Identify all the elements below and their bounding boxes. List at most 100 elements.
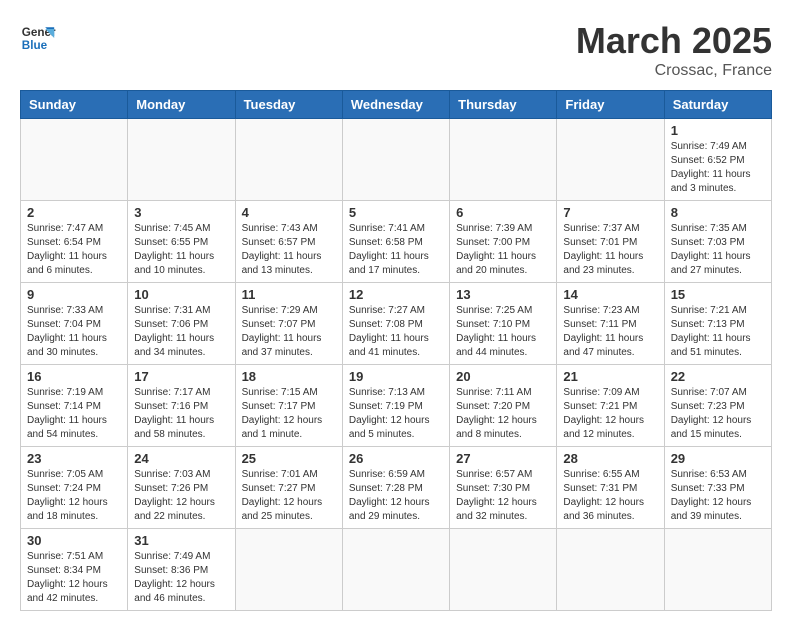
day-number: 6 (456, 205, 550, 220)
month-title: March 2025 (576, 20, 772, 62)
day-number: 21 (563, 369, 657, 384)
day-info: Sunrise: 7:15 AM Sunset: 7:17 PM Dayligh… (242, 386, 336, 442)
day-header-sunday: Sunday (21, 91, 128, 119)
day-info: Sunrise: 7:31 AM Sunset: 7:06 PM Dayligh… (134, 304, 228, 360)
day-info: Sunrise: 6:59 AM Sunset: 7:28 PM Dayligh… (349, 468, 443, 524)
day-number: 14 (563, 287, 657, 302)
day-info: Sunrise: 7:33 AM Sunset: 7:04 PM Dayligh… (27, 304, 121, 360)
day-info: Sunrise: 7:43 AM Sunset: 6:57 PM Dayligh… (242, 222, 336, 278)
calendar-cell: 10 Sunrise: 7:31 AM Sunset: 7:06 PM Dayli… (128, 283, 235, 365)
day-number: 31 (134, 533, 228, 548)
day-info: Sunrise: 7:29 AM Sunset: 7:07 PM Dayligh… (242, 304, 336, 360)
day-number: 11 (242, 287, 336, 302)
day-info: Sunrise: 7:23 AM Sunset: 7:11 PM Dayligh… (563, 304, 657, 360)
calendar-cell: 27 Sunrise: 6:57 AM Sunset: 7:30 PM Dayli… (450, 447, 557, 529)
calendar-cell (557, 119, 664, 201)
calendar-cell: 26Sunrise: 6:59 AM Sunset: 7:28 PM Dayli… (342, 447, 449, 529)
calendar-cell: 29Sunrise: 6:53 AM Sunset: 7:33 PM Dayli… (664, 447, 771, 529)
logo: General Blue (20, 20, 56, 56)
calendar-cell (235, 119, 342, 201)
calendar-cell: 9Sunrise: 7:33 AM Sunset: 7:04 PM Daylig… (21, 283, 128, 365)
calendar-cell: 2Sunrise: 7:47 AM Sunset: 6:54 PM Daylig… (21, 201, 128, 283)
day-info: Sunrise: 7:35 AM Sunset: 7:03 PM Dayligh… (671, 222, 765, 278)
day-header-friday: Friday (557, 91, 664, 119)
calendar-cell: 6 Sunrise: 7:39 AM Sunset: 7:00 PM Daylig… (450, 201, 557, 283)
calendar-cell: 23Sunrise: 7:05 AM Sunset: 7:24 PM Dayli… (21, 447, 128, 529)
day-info: Sunrise: 7:25 AM Sunset: 7:10 PM Dayligh… (456, 304, 550, 360)
calendar-cell: 8 Sunrise: 7:35 AM Sunset: 7:03 PM Daylig… (664, 201, 771, 283)
day-number: 28 (563, 451, 657, 466)
day-info: Sunrise: 7:41 AM Sunset: 6:58 PM Dayligh… (349, 222, 443, 278)
day-info: Sunrise: 7:39 AM Sunset: 7:00 PM Dayligh… (456, 222, 550, 278)
day-info: Sunrise: 7:07 AM Sunset: 7:23 PM Dayligh… (671, 386, 765, 442)
location-label: Crossac, France (576, 62, 772, 80)
day-number: 3 (134, 205, 228, 220)
calendar-cell (342, 529, 449, 611)
calendar-cell: 22 Sunrise: 7:07 AM Sunset: 7:23 PM Dayli… (664, 365, 771, 447)
day-number: 1 (671, 123, 765, 138)
title-block: March 2025 Crossac, France (576, 20, 772, 80)
day-info: Sunrise: 7:27 AM Sunset: 7:08 PM Dayligh… (349, 304, 443, 360)
calendar-week-1: 1 Sunrise: 7:49 AM Sunset: 6:52 PM Daylig… (21, 119, 772, 201)
day-info: Sunrise: 7:49 AM Sunset: 6:52 PM Dayligh… (671, 140, 765, 196)
day-number: 13 (456, 287, 550, 302)
calendar-cell: 12 Sunrise: 7:27 AM Sunset: 7:08 PM Dayli… (342, 283, 449, 365)
day-info: Sunrise: 6:55 AM Sunset: 7:31 PM Dayligh… (563, 468, 657, 524)
day-info: Sunrise: 7:01 AM Sunset: 7:27 PM Dayligh… (242, 468, 336, 524)
calendar-table: SundayMondayTuesdayWednesdayThursdayFrid… (20, 90, 772, 611)
calendar-cell: 17Sunrise: 7:17 AM Sunset: 7:16 PM Dayli… (128, 365, 235, 447)
calendar-cell: 28 Sunrise: 6:55 AM Sunset: 7:31 PM Dayli… (557, 447, 664, 529)
calendar-week-6: 30 Sunrise: 7:51 AM Sunset: 8:34 PM Dayli… (21, 529, 772, 611)
day-info: Sunrise: 7:17 AM Sunset: 7:16 PM Dayligh… (134, 386, 228, 442)
day-number: 5 (349, 205, 443, 220)
day-header-saturday: Saturday (664, 91, 771, 119)
calendar-cell (342, 119, 449, 201)
calendar-cell: 18 Sunrise: 7:15 AM Sunset: 7:17 PM Dayli… (235, 365, 342, 447)
day-info: Sunrise: 6:57 AM Sunset: 7:30 PM Dayligh… (456, 468, 550, 524)
day-number: 23 (27, 451, 121, 466)
day-number: 27 (456, 451, 550, 466)
day-header-thursday: Thursday (450, 91, 557, 119)
day-number: 15 (671, 287, 765, 302)
day-number: 7 (563, 205, 657, 220)
calendar-cell: 1 Sunrise: 7:49 AM Sunset: 6:52 PM Daylig… (664, 119, 771, 201)
calendar-week-3: 9Sunrise: 7:33 AM Sunset: 7:04 PM Daylig… (21, 283, 772, 365)
day-number: 12 (349, 287, 443, 302)
calendar-cell: 15Sunrise: 7:21 AM Sunset: 7:13 PM Dayli… (664, 283, 771, 365)
calendar-cell (21, 119, 128, 201)
day-header-monday: Monday (128, 91, 235, 119)
day-header-tuesday: Tuesday (235, 91, 342, 119)
calendar-week-5: 23Sunrise: 7:05 AM Sunset: 7:24 PM Dayli… (21, 447, 772, 529)
day-info: Sunrise: 7:19 AM Sunset: 7:14 PM Dayligh… (27, 386, 121, 442)
day-info: Sunrise: 7:37 AM Sunset: 7:01 PM Dayligh… (563, 222, 657, 278)
calendar-cell: 5 Sunrise: 7:41 AM Sunset: 6:58 PM Daylig… (342, 201, 449, 283)
calendar-cell: 19 Sunrise: 7:13 AM Sunset: 7:19 PM Dayli… (342, 365, 449, 447)
day-header-wednesday: Wednesday (342, 91, 449, 119)
calendar-cell (128, 119, 235, 201)
day-info: Sunrise: 7:13 AM Sunset: 7:19 PM Dayligh… (349, 386, 443, 442)
day-info: Sunrise: 7:09 AM Sunset: 7:21 PM Dayligh… (563, 386, 657, 442)
day-number: 25 (242, 451, 336, 466)
calendar-cell: 24Sunrise: 7:03 AM Sunset: 7:26 PM Dayli… (128, 447, 235, 529)
day-number: 10 (134, 287, 228, 302)
day-number: 22 (671, 369, 765, 384)
calendar-header-row: SundayMondayTuesdayWednesdayThursdayFrid… (21, 91, 772, 119)
calendar-cell: 3Sunrise: 7:45 AM Sunset: 6:55 PM Daylig… (128, 201, 235, 283)
day-number: 8 (671, 205, 765, 220)
calendar-cell (664, 529, 771, 611)
calendar-cell: 25 Sunrise: 7:01 AM Sunset: 7:27 PM Dayli… (235, 447, 342, 529)
generalblue-logo-icon: General Blue (20, 20, 56, 56)
day-info: Sunrise: 7:51 AM Sunset: 8:34 PM Dayligh… (27, 550, 121, 606)
day-number: 30 (27, 533, 121, 548)
calendar-cell (235, 529, 342, 611)
calendar-cell: 4Sunrise: 7:43 AM Sunset: 6:57 PM Daylig… (235, 201, 342, 283)
day-number: 16 (27, 369, 121, 384)
day-info: Sunrise: 6:53 AM Sunset: 7:33 PM Dayligh… (671, 468, 765, 524)
day-number: 18 (242, 369, 336, 384)
day-number: 19 (349, 369, 443, 384)
page-header: General Blue March 2025 Crossac, France (20, 20, 772, 80)
svg-text:Blue: Blue (22, 39, 48, 52)
calendar-cell (450, 529, 557, 611)
day-info: Sunrise: 7:47 AM Sunset: 6:54 PM Dayligh… (27, 222, 121, 278)
calendar-cell (557, 529, 664, 611)
